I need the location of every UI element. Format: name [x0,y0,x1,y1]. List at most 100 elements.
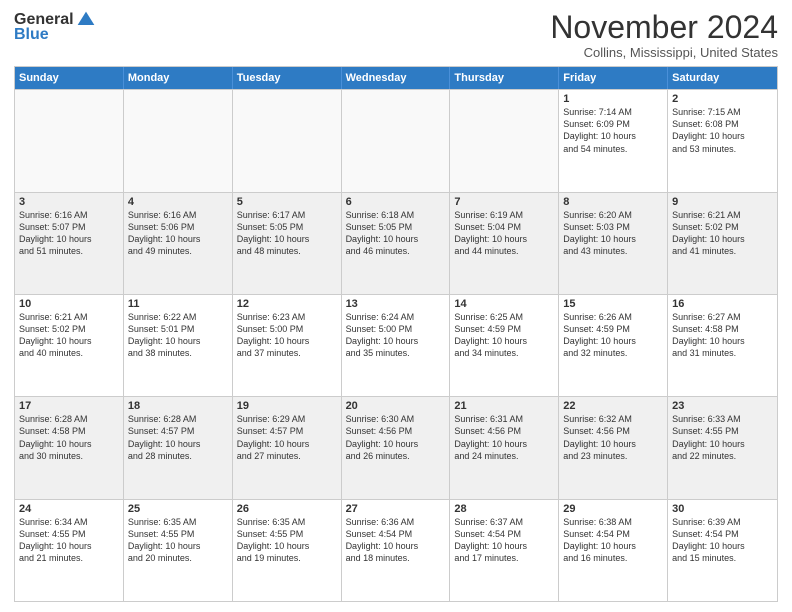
cal-header-cell: Sunday [15,67,124,89]
cell-info: Sunrise: 6:37 AM Sunset: 4:54 PM Dayligh… [454,516,554,565]
calendar-cell [450,90,559,191]
day-number: 18 [128,400,228,412]
day-number: 16 [672,298,773,310]
cell-info: Sunrise: 6:24 AM Sunset: 5:00 PM Dayligh… [346,311,446,360]
calendar-cell: 9Sunrise: 6:21 AM Sunset: 5:02 PM Daylig… [668,193,777,294]
cal-header-cell: Friday [559,67,668,89]
calendar-cell: 22Sunrise: 6:32 AM Sunset: 4:56 PM Dayli… [559,397,668,498]
cal-header-cell: Saturday [668,67,777,89]
calendar-row: 3Sunrise: 6:16 AM Sunset: 5:07 PM Daylig… [15,192,777,294]
cal-header-cell: Thursday [450,67,559,89]
cell-info: Sunrise: 6:18 AM Sunset: 5:05 PM Dayligh… [346,209,446,258]
calendar-cell: 30Sunrise: 6:39 AM Sunset: 4:54 PM Dayli… [668,500,777,601]
day-number: 25 [128,503,228,515]
day-number: 2 [672,93,773,105]
day-number: 5 [237,196,337,208]
day-number: 21 [454,400,554,412]
calendar-cell: 26Sunrise: 6:35 AM Sunset: 4:55 PM Dayli… [233,500,342,601]
calendar-header: SundayMondayTuesdayWednesdayThursdayFrid… [15,67,777,89]
cell-info: Sunrise: 6:36 AM Sunset: 4:54 PM Dayligh… [346,516,446,565]
day-number: 24 [19,503,119,515]
day-number: 11 [128,298,228,310]
cell-info: Sunrise: 6:19 AM Sunset: 5:04 PM Dayligh… [454,209,554,258]
cell-info: Sunrise: 7:14 AM Sunset: 6:09 PM Dayligh… [563,106,663,155]
calendar-cell: 3Sunrise: 6:16 AM Sunset: 5:07 PM Daylig… [15,193,124,294]
calendar-cell: 27Sunrise: 6:36 AM Sunset: 4:54 PM Dayli… [342,500,451,601]
cell-info: Sunrise: 6:20 AM Sunset: 5:03 PM Dayligh… [563,209,663,258]
calendar-row: 10Sunrise: 6:21 AM Sunset: 5:02 PM Dayli… [15,294,777,396]
calendar-cell: 28Sunrise: 6:37 AM Sunset: 4:54 PM Dayli… [450,500,559,601]
page: General Blue November 2024 Collins, Miss… [0,0,792,612]
day-number: 6 [346,196,446,208]
cell-info: Sunrise: 6:33 AM Sunset: 4:55 PM Dayligh… [672,413,773,462]
calendar-cell: 15Sunrise: 6:26 AM Sunset: 4:59 PM Dayli… [559,295,668,396]
cell-info: Sunrise: 6:34 AM Sunset: 4:55 PM Dayligh… [19,516,119,565]
cell-info: Sunrise: 6:35 AM Sunset: 4:55 PM Dayligh… [128,516,228,565]
day-number: 4 [128,196,228,208]
cal-header-cell: Monday [124,67,233,89]
calendar-cell: 25Sunrise: 6:35 AM Sunset: 4:55 PM Dayli… [124,500,233,601]
calendar-row: 17Sunrise: 6:28 AM Sunset: 4:58 PM Dayli… [15,396,777,498]
calendar-cell [233,90,342,191]
day-number: 14 [454,298,554,310]
calendar-cell [342,90,451,191]
cell-info: Sunrise: 6:39 AM Sunset: 4:54 PM Dayligh… [672,516,773,565]
calendar-cell: 19Sunrise: 6:29 AM Sunset: 4:57 PM Dayli… [233,397,342,498]
cell-info: Sunrise: 6:17 AM Sunset: 5:05 PM Dayligh… [237,209,337,258]
cell-info: Sunrise: 6:38 AM Sunset: 4:54 PM Dayligh… [563,516,663,565]
day-number: 12 [237,298,337,310]
day-number: 3 [19,196,119,208]
calendar-cell: 5Sunrise: 6:17 AM Sunset: 5:05 PM Daylig… [233,193,342,294]
calendar-cell: 1Sunrise: 7:14 AM Sunset: 6:09 PM Daylig… [559,90,668,191]
cal-header-cell: Wednesday [342,67,451,89]
calendar-cell: 18Sunrise: 6:28 AM Sunset: 4:57 PM Dayli… [124,397,233,498]
cell-info: Sunrise: 6:25 AM Sunset: 4:59 PM Dayligh… [454,311,554,360]
day-number: 19 [237,400,337,412]
title-section: November 2024 Collins, Mississippi, Unit… [550,10,778,60]
day-number: 27 [346,503,446,515]
cell-info: Sunrise: 6:22 AM Sunset: 5:01 PM Dayligh… [128,311,228,360]
cell-info: Sunrise: 6:23 AM Sunset: 5:00 PM Dayligh… [237,311,337,360]
day-number: 9 [672,196,773,208]
calendar-cell: 6Sunrise: 6:18 AM Sunset: 5:05 PM Daylig… [342,193,451,294]
cell-info: Sunrise: 6:21 AM Sunset: 5:02 PM Dayligh… [672,209,773,258]
calendar-cell: 2Sunrise: 7:15 AM Sunset: 6:08 PM Daylig… [668,90,777,191]
day-number: 22 [563,400,663,412]
calendar-body: 1Sunrise: 7:14 AM Sunset: 6:09 PM Daylig… [15,89,777,601]
calendar-cell: 20Sunrise: 6:30 AM Sunset: 4:56 PM Dayli… [342,397,451,498]
cell-info: Sunrise: 7:15 AM Sunset: 6:08 PM Dayligh… [672,106,773,155]
day-number: 17 [19,400,119,412]
cell-info: Sunrise: 6:31 AM Sunset: 4:56 PM Dayligh… [454,413,554,462]
cell-info: Sunrise: 6:30 AM Sunset: 4:56 PM Dayligh… [346,413,446,462]
calendar: SundayMondayTuesdayWednesdayThursdayFrid… [14,66,778,602]
calendar-cell: 29Sunrise: 6:38 AM Sunset: 4:54 PM Dayli… [559,500,668,601]
calendar-cell: 4Sunrise: 6:16 AM Sunset: 5:06 PM Daylig… [124,193,233,294]
logo-blue: Blue [14,26,49,44]
calendar-cell [124,90,233,191]
day-number: 8 [563,196,663,208]
calendar-cell: 21Sunrise: 6:31 AM Sunset: 4:56 PM Dayli… [450,397,559,498]
day-number: 23 [672,400,773,412]
month-title: November 2024 [550,10,778,45]
day-number: 1 [563,93,663,105]
day-number: 26 [237,503,337,515]
cell-info: Sunrise: 6:21 AM Sunset: 5:02 PM Dayligh… [19,311,119,360]
logo-icon [76,10,96,30]
calendar-cell: 11Sunrise: 6:22 AM Sunset: 5:01 PM Dayli… [124,295,233,396]
cal-header-cell: Tuesday [233,67,342,89]
calendar-cell: 12Sunrise: 6:23 AM Sunset: 5:00 PM Dayli… [233,295,342,396]
calendar-row: 24Sunrise: 6:34 AM Sunset: 4:55 PM Dayli… [15,499,777,601]
calendar-cell: 14Sunrise: 6:25 AM Sunset: 4:59 PM Dayli… [450,295,559,396]
calendar-cell: 16Sunrise: 6:27 AM Sunset: 4:58 PM Dayli… [668,295,777,396]
cell-info: Sunrise: 6:16 AM Sunset: 5:07 PM Dayligh… [19,209,119,258]
cell-info: Sunrise: 6:35 AM Sunset: 4:55 PM Dayligh… [237,516,337,565]
calendar-cell: 23Sunrise: 6:33 AM Sunset: 4:55 PM Dayli… [668,397,777,498]
cell-info: Sunrise: 6:28 AM Sunset: 4:58 PM Dayligh… [19,413,119,462]
calendar-cell [15,90,124,191]
cell-info: Sunrise: 6:16 AM Sunset: 5:06 PM Dayligh… [128,209,228,258]
cell-info: Sunrise: 6:29 AM Sunset: 4:57 PM Dayligh… [237,413,337,462]
calendar-cell: 7Sunrise: 6:19 AM Sunset: 5:04 PM Daylig… [450,193,559,294]
calendar-cell: 17Sunrise: 6:28 AM Sunset: 4:58 PM Dayli… [15,397,124,498]
calendar-cell: 10Sunrise: 6:21 AM Sunset: 5:02 PM Dayli… [15,295,124,396]
day-number: 10 [19,298,119,310]
